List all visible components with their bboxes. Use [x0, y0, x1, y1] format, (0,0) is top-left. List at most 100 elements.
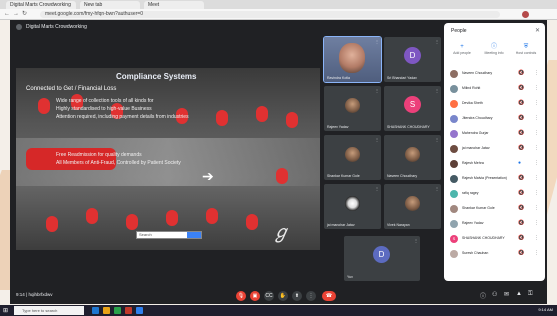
people-list-item[interactable]: Mahendra Gurjar 🔇 ⋮ [448, 129, 542, 139]
people-list-item[interactable]: Devika Sheth 🔇 ⋮ [448, 99, 542, 109]
mic-on-icon: ● [518, 160, 522, 166]
mic-off-icon: ⋮ [414, 238, 418, 243]
people-list-item[interactable]: Shankar Kumar Gole 🔇 ⋮ [448, 204, 542, 214]
people-list-item[interactable]: rafiq ragey 🔇 ⋮ [448, 189, 542, 199]
more-icon[interactable]: ⋮ [534, 85, 539, 91]
people-list-item[interactable]: jai manohar Jatav 🔇 ⋮ [448, 144, 542, 154]
participant-tile[interactable]: D ⋮ Yuv [344, 236, 420, 281]
participant-tile[interactable]: D ⋮ Sri Bhandari Yadav [384, 37, 441, 82]
close-icon[interactable]: ✕ [535, 27, 540, 34]
slide-text-line: All Members of Anti-Fraud, Controlled by… [56, 160, 181, 166]
person-name: jai manohar Jatav [462, 146, 490, 150]
camera-toggle-button[interactable]: ▣ [250, 291, 260, 301]
participant-tile[interactable]: ⋮ Vivek Narayan [384, 184, 441, 229]
people-list-item[interactable]: Milind Rohit 🔇 ⋮ [448, 84, 542, 94]
app-icon[interactable] [125, 307, 132, 314]
mic-off-icon: ⋮ [375, 137, 379, 142]
raise-hand-button[interactable]: ✋ [278, 291, 288, 301]
participant-name: Yuv [347, 275, 353, 279]
more-icon[interactable]: ⋮ [534, 115, 539, 121]
person-name: SHASHANK CHOUDHARY [462, 236, 505, 240]
more-icon[interactable]: ⋮ [534, 160, 539, 166]
address-bar: ← → ↻ meet.google.com/fmy-hfqn-bwn?authu… [0, 9, 557, 20]
pit-crew-image [126, 214, 138, 230]
more-icon[interactable]: ⋮ [534, 145, 539, 151]
system-clock[interactable]: 9:14 AM [538, 307, 553, 312]
presentation-screen[interactable]: Compliance Systems Connected to Get / Fi… [16, 68, 320, 250]
browser-tab[interactable]: New tab [80, 1, 140, 9]
mic-toggle-button[interactable]: 🎙 [236, 291, 246, 301]
meeting-code: hqihbrfxdwv [28, 292, 53, 297]
browser-tab[interactable]: Meet [144, 1, 204, 9]
more-icon[interactable]: ⋮ [534, 235, 539, 241]
info-icon[interactable]: ⓘ [480, 291, 486, 300]
task-view-icon[interactable] [92, 307, 99, 314]
participant-tile[interactable]: S ⋮ SHASHANK CHOUDHARY [384, 86, 441, 131]
participant-tile[interactable]: ⋮ jai manohar Jatav [324, 184, 381, 229]
chrome-icon[interactable] [114, 307, 121, 314]
more-icon[interactable]: ⋮ [534, 190, 539, 196]
meeting-info-button[interactable]: ⓘ Meeting info [479, 43, 509, 55]
add-people-button[interactable]: + Add people [447, 43, 477, 55]
participant-photo [405, 147, 420, 162]
reload-icon[interactable]: ↻ [22, 11, 27, 18]
more-options-button[interactable]: ⋮ [306, 291, 316, 301]
mic-off-icon: 🔇 [518, 130, 525, 136]
slide-text-line: Attention required, including payment de… [56, 114, 189, 120]
people-list-item[interactable]: Suresh Chauhan 🔇 ⋮ [448, 249, 542, 259]
participant-tile[interactable]: ⋮ Rajeev Yadav [324, 86, 381, 131]
activities-icon[interactable]: ▲ [516, 291, 522, 297]
person-name: Milind Rohit [462, 86, 481, 90]
more-icon[interactable]: ⋮ [534, 175, 539, 181]
more-icon[interactable]: ⋮ [534, 250, 539, 256]
person-avatar [450, 175, 458, 183]
person-avatar [450, 70, 458, 78]
browser-tab[interactable]: Digital Marts Crowdworking [6, 1, 76, 9]
back-icon[interactable]: ← [4, 11, 10, 18]
pit-crew-image [246, 214, 258, 230]
person-name: Jitendra Choudhary [462, 116, 493, 120]
more-icon[interactable]: ⋮ [534, 220, 539, 226]
taskbar-search[interactable]: Type here to search [14, 306, 84, 315]
forward-icon[interactable]: → [13, 11, 19, 18]
more-icon[interactable]: ⋮ [534, 205, 539, 211]
lock-icon[interactable]: ⚿ [528, 291, 533, 298]
windows-start-icon[interactable]: ⊞ [3, 307, 8, 314]
profile-avatar[interactable] [522, 11, 529, 18]
slide-text-line: Highly standardised to high-value Busine… [56, 106, 152, 112]
participant-face [339, 43, 365, 73]
people-list-item[interactable]: Rajeev Yadav 🔇 ⋮ [448, 219, 542, 229]
participant-tile[interactable]: ⋮ Shankar Kumar Gole [324, 135, 381, 180]
panel-title: People [451, 28, 467, 34]
meeting-time: 9:14 | hqihbrfxdwv [16, 292, 53, 297]
chat-icon[interactable]: ✉ [504, 291, 509, 298]
people-list-item[interactable]: Jitendra Choudhary 🔇 ⋮ [448, 114, 542, 124]
end-call-button[interactable]: ☎ [322, 291, 336, 301]
people-list-item[interactable]: Naveen Choudhary 🔇 ⋮ [448, 69, 542, 79]
window-title: Digital Marts Crowdworking [16, 23, 87, 31]
people-list-item[interactable]: Rajesh Mehra ● ⋮ [448, 159, 542, 169]
person-avatar [450, 220, 458, 228]
slide-title: Compliance Systems [116, 72, 197, 81]
file-explorer-icon[interactable] [103, 307, 110, 314]
more-icon[interactable]: ⋮ [534, 100, 539, 106]
person-name: Rajesh Mehra [462, 161, 484, 165]
app-icon[interactable] [136, 307, 143, 314]
more-icon[interactable]: ⋮ [534, 130, 539, 136]
person-avatar [450, 85, 458, 93]
people-list-item[interactable]: S SHASHANK CHOUDHARY 🔇 ⋮ [448, 234, 542, 244]
participant-tile[interactable]: ⋮ Naveen Choudhary [384, 135, 441, 180]
host-controls-button[interactable]: ⛨ Host controls [511, 43, 541, 55]
present-button[interactable]: ⬆ [292, 291, 302, 301]
slide-search-button[interactable] [187, 232, 201, 238]
url-field[interactable]: meet.google.com/fmy-hfqn-bwn?authuser=0 [40, 11, 500, 18]
meeting-controls-bar: 9:14 | hqihbrfxdwv 🎙 ▣ CC ✋ ⬆ ⋮ ☎ ⓘ ⚇ ✉ … [10, 288, 547, 304]
pit-crew-image [286, 112, 298, 128]
time-text: 9:14 [16, 292, 25, 297]
captions-button[interactable]: CC [264, 291, 274, 301]
people-list-item[interactable]: Rajesh Malvia (Presentation) 🔇 ⋮ [448, 174, 542, 184]
people-icon[interactable]: ⚇ [492, 291, 497, 298]
participant-tile[interactable]: ⋮ Ravindra Kotla [323, 36, 382, 83]
more-icon[interactable]: ⋮ [534, 70, 539, 76]
mic-off-icon: ⋮ [435, 88, 439, 93]
